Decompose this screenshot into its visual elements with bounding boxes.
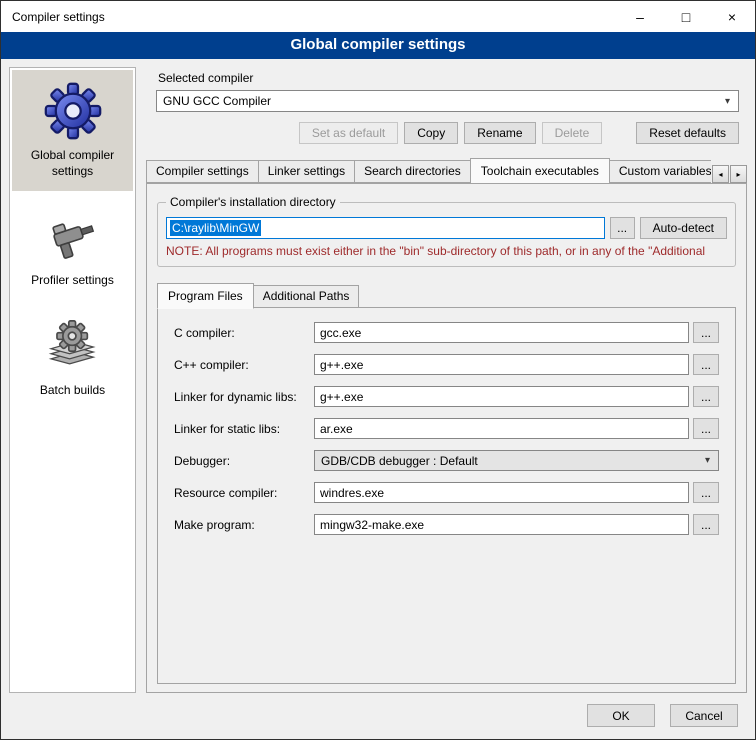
tab-linker-settings[interactable]: Linker settings — [258, 160, 355, 183]
minimize-button[interactable]: – — [617, 1, 663, 32]
sidebar: Global compiler settings Profiler settin… — [9, 67, 136, 693]
browse-directory-button[interactable]: ... — [610, 217, 635, 239]
sidebar-item-global-compiler-settings[interactable]: Global compiler settings — [12, 70, 133, 191]
main-content: Selected compiler GNU GCC Compiler ▾ Set… — [146, 67, 747, 693]
c-compiler-input[interactable] — [314, 322, 689, 343]
rename-button[interactable]: Rename — [464, 122, 535, 144]
tab-scroll-right-icon[interactable]: ▸ — [730, 165, 747, 183]
make-program-browse-button[interactable]: ... — [693, 514, 719, 535]
linker-dynamic-input[interactable] — [314, 386, 689, 407]
auto-detect-button[interactable]: Auto-detect — [640, 217, 727, 239]
tab-program-files[interactable]: Program Files — [157, 283, 254, 309]
debugger-value: GDB/CDB debugger : Default — [321, 454, 700, 468]
debugger-label: Debugger: — [174, 454, 310, 468]
installation-directory-group: Compiler's installation directory C:\ray… — [157, 202, 736, 267]
cancel-button[interactable]: Cancel — [670, 704, 738, 727]
tab-scroll-left-icon[interactable]: ◂ — [712, 165, 729, 183]
selected-compiler-label: Selected compiler — [158, 71, 739, 85]
footer: OK Cancel — [1, 701, 755, 739]
linker-static-input[interactable] — [314, 418, 689, 439]
c-compiler-label: C compiler: — [174, 326, 310, 340]
resource-compiler-input[interactable] — [314, 482, 689, 503]
program-fields: C compiler: ... C++ compiler: ... Linker… — [174, 322, 719, 535]
program-files-panel: C compiler: ... C++ compiler: ... Linker… — [157, 307, 736, 684]
cpp-compiler-label: C++ compiler: — [174, 358, 310, 372]
gear-icon — [44, 82, 102, 140]
copy-button[interactable]: Copy — [404, 122, 458, 144]
make-program-label: Make program: — [174, 518, 310, 532]
selected-compiler-dropdown[interactable]: GNU GCC Compiler ▾ — [156, 90, 739, 112]
settings-tabbar: Compiler settings Linker settings Search… — [146, 158, 747, 183]
linker-dynamic-label: Linker for dynamic libs: — [174, 390, 310, 404]
ok-button[interactable]: OK — [587, 704, 655, 727]
reset-defaults-button[interactable]: Reset defaults — [636, 122, 739, 144]
window-title: Compiler settings — [1, 10, 105, 24]
sidebar-item-batch-builds[interactable]: Batch builds — [12, 307, 133, 411]
tab-additional-paths[interactable]: Additional Paths — [253, 285, 360, 308]
titlebar: Compiler settings – □ × — [1, 1, 755, 32]
c-compiler-browse-button[interactable]: ... — [693, 322, 719, 343]
sidebar-item-profiler-settings[interactable]: Profiler settings — [12, 197, 133, 301]
delete-button: Delete — [542, 122, 603, 144]
sidebar-item-label: Global compiler settings — [16, 148, 129, 179]
chevron-down-icon: ▾ — [700, 455, 715, 466]
sidebar-item-label: Batch builds — [40, 383, 105, 399]
make-program-input[interactable] — [314, 514, 689, 535]
page-title: Global compiler settings — [1, 32, 755, 59]
chevron-down-icon: ▾ — [720, 96, 735, 107]
tab-toolchain-executables[interactable]: Toolchain executables — [470, 158, 610, 183]
bin-directory-note: NOTE: All programs must exist either in … — [166, 244, 727, 258]
linker-static-browse-button[interactable]: ... — [693, 418, 719, 439]
cpp-compiler-input[interactable] — [314, 354, 689, 375]
compiler-settings-window: Compiler settings – □ × Global compiler … — [0, 0, 756, 740]
tabs-strip: Compiler settings Linker settings Search… — [146, 158, 711, 183]
installation-directory-input[interactable]: C:\raylib\MinGW — [166, 217, 605, 239]
batch-builds-icon — [46, 319, 100, 375]
dialog-body: Global compiler settings Profiler settin… — [1, 59, 755, 701]
installation-directory-row: C:\raylib\MinGW ... Auto-detect — [166, 217, 727, 239]
cpp-compiler-browse-button[interactable]: ... — [693, 354, 719, 375]
compiler-buttons-row: Set as default Copy Rename Delete Reset … — [156, 122, 739, 144]
compiler-selection-section: Selected compiler GNU GCC Compiler ▾ Set… — [146, 69, 747, 144]
tab-search-directories[interactable]: Search directories — [354, 160, 471, 183]
selected-path-text: C:\raylib\MinGW — [170, 220, 261, 236]
window-controls: – □ × — [617, 1, 755, 32]
set-as-default-button: Set as default — [299, 122, 398, 144]
toolchain-executables-panel: Compiler's installation directory C:\ray… — [146, 183, 747, 693]
profiler-icon — [47, 209, 99, 265]
tab-compiler-settings[interactable]: Compiler settings — [146, 160, 259, 183]
sidebar-item-label: Profiler settings — [31, 273, 114, 289]
close-button[interactable]: × — [709, 1, 755, 32]
resource-compiler-browse-button[interactable]: ... — [693, 482, 719, 503]
debugger-dropdown[interactable]: GDB/CDB debugger : Default ▾ — [314, 450, 719, 471]
selected-compiler-value: GNU GCC Compiler — [163, 94, 720, 108]
linker-dynamic-browse-button[interactable]: ... — [693, 386, 719, 407]
resource-compiler-label: Resource compiler: — [174, 486, 310, 500]
maximize-button[interactable]: □ — [663, 1, 709, 32]
program-tabbar: Program Files Additional Paths — [155, 283, 738, 308]
tab-custom-variables[interactable]: Custom variables — [609, 160, 711, 183]
linker-static-label: Linker for static libs: — [174, 422, 310, 436]
groupbox-title: Compiler's installation directory — [166, 195, 340, 209]
